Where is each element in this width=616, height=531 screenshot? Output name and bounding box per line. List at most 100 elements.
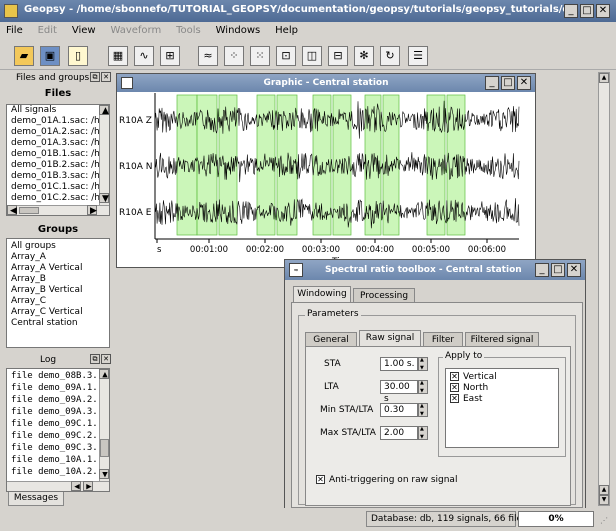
anti-trigger-checkbox[interactable]: ✕ Anti-triggering on raw signal <box>316 475 457 485</box>
lta-input[interactable]: 30.00 s <box>380 380 418 404</box>
maximize-button[interactable]: □ <box>580 4 594 18</box>
files-scrollbar[interactable]: ▲ ▼ <box>99 105 109 205</box>
scroll-right-icon[interactable]: ▶ <box>83 481 93 491</box>
list-item[interactable]: demo_01C.2.sac: /ho <box>9 193 109 204</box>
graphic-close-button[interactable]: ✕ <box>517 76 531 90</box>
groups-list[interactable]: All groups Array_A Array_A Vertical Array_B… <box>6 238 110 348</box>
apply-east-checkbox[interactable]: ✕ East <box>450 394 482 404</box>
max-sta-lta-spinner[interactable] <box>418 426 428 440</box>
save-disk-icon[interactable]: ▣ <box>40 46 60 66</box>
hv-icon[interactable]: ≈ <box>198 46 218 66</box>
list-item[interactable]: demo_01B.1.sac: /ho <box>9 149 109 160</box>
subtab-raw-signal[interactable]: Raw signal <box>359 330 421 346</box>
spectral-close-button[interactable]: ✕ <box>567 263 581 277</box>
new-file-icon[interactable]: ▯ <box>68 46 88 66</box>
minimize-button[interactable]: _ <box>564 4 578 18</box>
list-item[interactable]: demo_01A.2.sac: /ho <box>9 127 109 138</box>
tab-windowing[interactable]: Windowing <box>293 286 351 302</box>
graphic-window[interactable]: Graphic - Central station _ □ ✕ R10A Z R1… <box>116 73 536 268</box>
graphic-minimize-button[interactable]: _ <box>485 76 499 90</box>
list-item[interactable]: All groups <box>9 241 109 252</box>
list-item[interactable]: Array_B <box>9 274 109 285</box>
list-item[interactable]: demo_01A.3.sac: /ho <box>9 138 109 149</box>
list-item[interactable]: Array_A Vertical <box>9 263 109 274</box>
fk-icon[interactable]: ⁘ <box>224 46 244 66</box>
list-item[interactable]: Central station <box>9 318 109 329</box>
menu-edit[interactable]: Edit <box>32 22 63 36</box>
lta-spinner[interactable] <box>418 380 428 394</box>
structure-icon[interactable]: ☰ <box>408 46 428 66</box>
list-item[interactable]: demo_01B.2.sac: /ho <box>9 160 109 171</box>
list-item[interactable]: All signals <box>9 105 109 116</box>
log-text[interactable]: file demo_08B.3. file demo_09A.1. file dem… <box>6 368 110 492</box>
files-list[interactable]: All signals demo_01A.1.sac: /ho demo_01A.2… <box>6 104 110 216</box>
graphic-titlebar[interactable]: Graphic - Central station <box>117 74 535 92</box>
scroll-right-icon[interactable]: ▶ <box>87 205 97 215</box>
graphic-maximize-button[interactable]: □ <box>501 76 515 90</box>
list-item[interactable]: Array_C Vertical <box>9 307 109 318</box>
list-item[interactable]: Array_C <box>9 296 109 307</box>
menu-windows[interactable]: Windows <box>210 22 267 36</box>
menu-waveform[interactable]: Waveform <box>104 22 167 36</box>
scroll-up-icon[interactable]: ▲ <box>99 369 109 380</box>
seismogram-plot[interactable]: R10A Z R10A N R10A E s 00:01:00 00:02:00 00:03… <box>117 93 535 268</box>
menu-view[interactable]: View <box>66 22 102 36</box>
subtab-filtered-signal[interactable]: Filtered signal <box>465 332 539 347</box>
apply-vertical-checkbox[interactable]: ✕ Vertical <box>450 372 497 382</box>
spectral-toolbox-window[interactable]: Spectral ratio toolbox - Central station… <box>284 259 586 509</box>
spac-icon[interactable]: ◫ <box>302 46 322 66</box>
max-sta-lta-input[interactable]: 2.00 <box>380 426 418 440</box>
list-item[interactable]: Array_A <box>9 252 109 263</box>
float-icon[interactable]: ⧉ <box>90 354 100 364</box>
list-item[interactable]: demo_01C.1.sac: /ho <box>9 182 109 193</box>
spectral-minimize-button[interactable]: _ <box>535 263 549 277</box>
sta-input[interactable]: 1.00 s. <box>380 357 418 371</box>
graphic-icon[interactable]: ∿ <box>134 46 154 66</box>
menu-help[interactable]: Help <box>269 22 304 36</box>
scroll-down-icon[interactable]: ▼ <box>599 495 609 505</box>
spectral-maximize-button[interactable]: □ <box>551 263 565 277</box>
files-hscrollbar[interactable]: ◀ ▶ <box>7 205 109 215</box>
min-sta-lta-spinner[interactable] <box>418 403 428 417</box>
scroll-left-icon[interactable]: ◀ <box>7 205 17 215</box>
tab-messages[interactable]: Messages <box>8 492 64 506</box>
scroll-down-icon[interactable]: ▼ <box>99 469 109 480</box>
list-item[interactable]: demo_01A.1.sac: /ho <box>9 116 109 127</box>
polarization-icon[interactable]: ✻ <box>354 46 374 66</box>
scroll-down-icon[interactable]: ▼ <box>99 193 109 204</box>
list-item[interactable]: Array_B Vertical <box>9 285 109 296</box>
scroll-left-icon[interactable]: ◀ <box>71 481 81 491</box>
resize-grip-icon[interactable]: ⋰ <box>600 516 610 526</box>
apply-to-list[interactable]: ✕ Vertical ✕ North ✕ East <box>445 368 559 448</box>
subtab-general[interactable]: General <box>305 332 357 347</box>
list-item[interactable]: demo_01B.3.sac: /ho <box>9 171 109 182</box>
subtab-filter[interactable]: Filter <box>423 332 463 347</box>
log-hscrollbar[interactable]: ◀ ▶ <box>7 481 109 491</box>
close-dock-icon[interactable]: ✕ <box>101 72 111 82</box>
menu-tools[interactable]: Tools <box>170 22 207 36</box>
files-hscroll-thumb[interactable] <box>19 207 39 214</box>
scroll-up-icon[interactable]: ▲ <box>599 73 609 83</box>
table-icon[interactable]: ▦ <box>108 46 128 66</box>
min-sta-lta-input[interactable]: 0.30 <box>380 403 418 417</box>
rotate-icon[interactable]: ↻ <box>380 46 400 66</box>
status-bar: Database: db, 119 signals, 66 files 0% ⋰ <box>0 508 616 531</box>
main-scrollbar[interactable]: ▲ ▲ ▼ <box>598 72 610 506</box>
apply-north-checkbox[interactable]: ✕ North <box>450 383 488 393</box>
tick-label: 00:03:00 <box>302 245 340 255</box>
fk-array-icon[interactable]: ⊡ <box>276 46 296 66</box>
fk-icon-2[interactable]: ⊟ <box>328 46 348 66</box>
menu-file[interactable]: File <box>0 22 29 36</box>
float-icon[interactable]: ⧉ <box>90 72 100 82</box>
tab-processing[interactable]: Processing <box>353 288 415 303</box>
sta-spinner[interactable] <box>418 357 428 371</box>
close-button[interactable]: ✕ <box>596 4 610 18</box>
hrfk-icon[interactable]: ⁙ <box>250 46 270 66</box>
log-scroll-thumb[interactable] <box>100 439 109 457</box>
open-folder-icon[interactable]: ▰ <box>14 46 34 66</box>
log-scrollbar[interactable]: ▲ ▼ <box>99 369 109 481</box>
scroll-down-icon[interactable]: ▲ <box>599 485 609 495</box>
map-icon[interactable]: ⊞ <box>160 46 180 66</box>
scroll-up-icon[interactable]: ▲ <box>99 105 109 116</box>
close-dock-icon[interactable]: ✕ <box>101 354 111 364</box>
